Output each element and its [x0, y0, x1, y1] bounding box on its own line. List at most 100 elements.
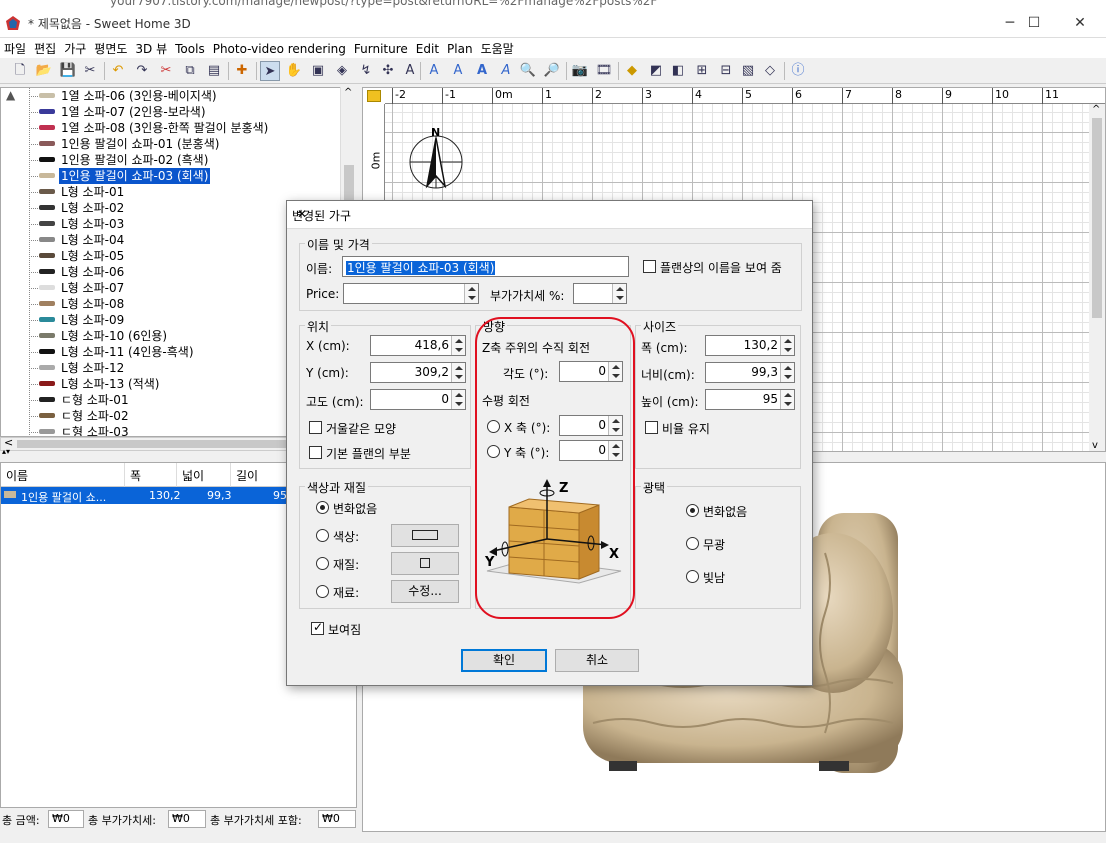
width-spinner[interactable]: 130,2 — [705, 335, 795, 356]
menu-photo-video[interactable]: Photo-video rendering — [209, 40, 350, 58]
create-rooms-icon[interactable]: ◈ — [332, 61, 352, 81]
spinner-arrows-icon[interactable] — [780, 390, 794, 409]
save-icon[interactable]: 💾 — [58, 61, 78, 81]
undo-icon[interactable]: ↶ — [108, 61, 128, 81]
maximize-button[interactable]: ☐ — [1014, 12, 1054, 34]
plugin-6-icon[interactable]: ▧ — [738, 61, 758, 81]
open-folder-icon[interactable]: 📂 — [34, 61, 54, 81]
close-window-button[interactable]: ✕ — [1060, 12, 1100, 34]
x-spinner[interactable]: 418,6 — [370, 335, 466, 356]
scroll-up-icon[interactable]: ^ — [344, 87, 352, 98]
scroll-up-icon[interactable]: ^ — [1092, 104, 1100, 115]
lock-icon[interactable] — [367, 90, 381, 102]
menu-3d-view[interactable]: 3D 뷰 — [131, 38, 171, 59]
italic-text-icon[interactable]: A — [496, 61, 516, 81]
color-button[interactable] — [391, 524, 459, 547]
splitter-arrows-icon[interactable]: ▴▾ — [2, 447, 10, 456]
scroll-down-icon[interactable]: v — [1092, 440, 1098, 451]
color-radio[interactable] — [316, 529, 329, 542]
spinner-arrows-icon[interactable] — [451, 390, 465, 409]
elevation-spinner[interactable]: 0 — [370, 389, 466, 410]
menu-file[interactable]: 파일 — [0, 38, 30, 59]
depth-spinner[interactable]: 99,3 — [705, 362, 795, 383]
plugin-3-icon[interactable]: ◧ — [668, 61, 688, 81]
spinner-arrows-icon[interactable] — [780, 363, 794, 382]
shiny-radio[interactable] — [686, 570, 699, 583]
y-spinner[interactable]: 309,2 — [370, 362, 466, 383]
menu-plan-en[interactable]: Plan — [443, 40, 477, 58]
cancel-button[interactable]: 취소 — [555, 649, 639, 672]
catalog-item[interactable]: 1인용 팔걸이 쇼파-03 (회색) — [1, 167, 341, 185]
matte-radio[interactable] — [686, 537, 699, 550]
select-mode-icon[interactable]: ➤ — [260, 61, 280, 81]
create-photo-icon[interactable]: 📷 — [570, 61, 590, 81]
spinner-arrows-icon[interactable] — [451, 336, 465, 355]
vat-spinner[interactable] — [573, 283, 627, 304]
plugin-5-icon[interactable]: ⊟ — [716, 61, 736, 81]
name-input[interactable]: 1인용 팔걸이 쇼파-03 (회색) — [342, 256, 629, 277]
catalog-item[interactable]: 1열 소파-08 (3인용-한쪽 팔걸이 분홍색) — [1, 120, 341, 136]
column-header-width[interactable]: 폭 — [125, 463, 177, 487]
menu-furniture-en[interactable]: Furniture — [350, 40, 412, 58]
price-spinner[interactable] — [343, 283, 479, 304]
texture-radio[interactable] — [316, 557, 329, 570]
menu-edit[interactable]: 편집 — [30, 38, 60, 59]
pan-mode-icon[interactable]: ✋ — [284, 61, 304, 81]
column-header-depth[interactable]: 넓이 — [177, 463, 231, 487]
add-furniture-icon[interactable]: ✚ — [232, 61, 252, 81]
create-walls-icon[interactable]: ▣ — [308, 61, 328, 81]
spinner-arrows-icon[interactable] — [451, 363, 465, 382]
spinner-arrows-icon[interactable] — [780, 336, 794, 355]
column-header-height[interactable]: 길이 — [231, 463, 291, 487]
plugin-2-icon[interactable]: ◩ — [646, 61, 666, 81]
scroll-thumb[interactable] — [1092, 118, 1102, 318]
scroll-thumb[interactable] — [17, 440, 297, 448]
increase-text-icon[interactable]: A — [424, 61, 444, 81]
add-text-icon[interactable]: A — [400, 61, 420, 81]
catalog-item[interactable]: 1인용 팔걸이 쇼파-02 (흑색) — [1, 152, 341, 168]
cut-icon[interactable]: ✂ — [156, 61, 176, 81]
create-video-icon[interactable]: 🎞 — [594, 61, 614, 81]
menu-furniture[interactable]: 가구 — [60, 38, 90, 59]
create-polylines-icon[interactable]: ↯ — [356, 61, 376, 81]
unchanged-color-radio[interactable] — [316, 501, 329, 514]
base-plan-checkbox[interactable] — [309, 446, 322, 459]
mirror-checkbox[interactable] — [309, 421, 322, 434]
catalog-item[interactable]: L형 소파-01 — [1, 184, 341, 200]
catalog-item[interactable]: 1인용 팔걸이 쇼파-01 (분홍색) — [1, 136, 341, 152]
menu-plan[interactable]: 평면도 — [90, 38, 131, 59]
plan-vertical-scrollbar[interactable]: ^ v — [1089, 104, 1105, 451]
table-row[interactable]: 1인용 팔걸이 쇼... 130,2 99,3 95 — [1, 487, 291, 504]
help-icon[interactable]: ⓘ — [788, 61, 808, 81]
redo-icon[interactable]: ↷ — [132, 61, 152, 81]
height-spinner[interactable]: 95 — [705, 389, 795, 410]
ok-button[interactable]: 확인 — [461, 649, 547, 672]
spinner-arrows-icon[interactable] — [612, 284, 626, 303]
catalog-item[interactable]: 1열 소파-06 (3인용-베이지색) — [1, 88, 341, 104]
menu-edit-en[interactable]: Edit — [412, 40, 443, 58]
materials-radio[interactable] — [316, 585, 329, 598]
unchanged-shininess-radio[interactable] — [686, 504, 699, 517]
preferences-icon[interactable]: ✂ — [80, 61, 100, 81]
column-header-name[interactable]: 이름 — [1, 463, 125, 487]
new-file-icon[interactable]: 🗋 — [10, 61, 30, 81]
dialog-close-button[interactable]: ✕ — [292, 207, 312, 221]
texture-button[interactable] — [391, 552, 459, 575]
keep-ratio-checkbox[interactable] — [645, 421, 658, 434]
bold-text-icon[interactable]: A — [472, 61, 492, 81]
create-dimensions-icon[interactable]: ✣ — [378, 61, 398, 81]
show-name-on-plan-checkbox[interactable] — [643, 260, 656, 273]
menu-tools[interactable]: Tools — [171, 40, 209, 58]
modify-materials-button[interactable]: 수정... — [391, 580, 459, 603]
menu-help[interactable]: 도움말 — [477, 38, 518, 59]
zoom-in-icon[interactable]: 🔍 — [518, 61, 538, 81]
zoom-out-icon[interactable]: 🔎 — [542, 61, 562, 81]
catalog-item[interactable]: 1열 소파-07 (2인용-보라색) — [1, 104, 341, 120]
paste-icon[interactable]: ▤ — [204, 61, 224, 81]
decrease-text-icon[interactable]: A — [448, 61, 468, 81]
plugin-1-icon[interactable]: ◆ — [622, 61, 642, 81]
spinner-arrows-icon[interactable] — [464, 284, 478, 303]
visible-checkbox[interactable] — [311, 620, 324, 635]
plugin-7-icon[interactable]: ◇ — [760, 61, 780, 81]
plugin-4-icon[interactable]: ⊞ — [692, 61, 712, 81]
